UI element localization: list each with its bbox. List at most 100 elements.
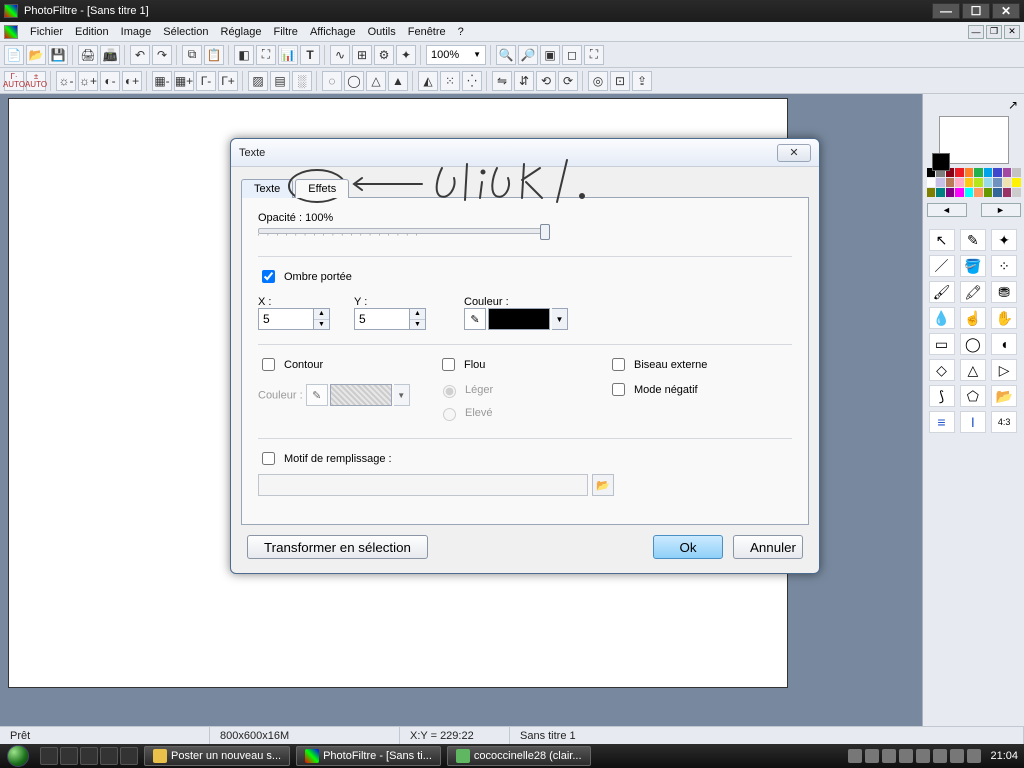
drop-shadow-checkbox[interactable]: Ombre portée [258,267,352,286]
opacity-slider[interactable] [258,228,548,234]
pattern-check-input[interactable] [262,452,275,465]
y-input[interactable] [354,308,410,330]
eyedropper-tool[interactable]: ✎ [960,229,986,251]
rect-select-tool[interactable]: ▭ [929,333,955,355]
bevel-check-input[interactable] [612,358,625,371]
x-spin-down[interactable]: ▼ [314,320,329,330]
tray-icon[interactable] [848,749,862,763]
brightness-plus-button[interactable]: ☼+ [78,71,98,91]
palette-cell[interactable] [965,178,974,187]
tray-icon[interactable] [865,749,879,763]
menu-fichier[interactable]: Fichier [24,26,69,38]
system-tray[interactable]: 21:04 [842,749,1024,763]
brush-tool[interactable]: 🖌 [929,281,955,303]
blur-more-button[interactable]: ◯ [344,71,364,91]
palette-cell[interactable] [984,188,993,197]
tray-clock[interactable]: 21:04 [990,750,1018,762]
palette-cell[interactable] [936,188,945,197]
new-file-button[interactable]: 📄 [4,45,24,65]
window-minimize-button[interactable]: — [932,3,960,19]
brightness-minus-button[interactable]: ☼- [56,71,76,91]
cancel-button[interactable]: Annuler [733,535,803,559]
document-icon[interactable] [4,25,18,39]
x-spin-up[interactable]: ▲ [314,309,329,320]
hue-plus-button[interactable]: ▦+ [174,71,194,91]
grayscale-button[interactable]: ▨ [248,71,268,91]
palette-cell[interactable] [993,168,1002,177]
tab-effets[interactable]: Effets [295,179,349,198]
ql-item-5[interactable] [120,747,138,765]
menu-image[interactable]: Image [115,26,158,38]
tray-icon[interactable] [950,749,964,763]
relief-button[interactable]: ◭ [418,71,438,91]
palette-cell[interactable] [993,188,1002,197]
contrast-plus-button[interactable]: ◐+ [122,71,142,91]
ql-item-4[interactable] [100,747,118,765]
drop-shadow-check-input[interactable] [262,270,275,283]
copy-button[interactable]: ⧉ [182,45,202,65]
blur-tool[interactable]: 💧 [929,307,955,329]
zoom-out-button[interactable]: 🔎 [518,45,538,65]
y-spin-down[interactable]: ▼ [410,320,425,330]
palette-cell[interactable] [965,168,974,177]
palette-cell[interactable] [1012,168,1021,177]
palette-cell[interactable] [965,188,974,197]
text-tool-button[interactable]: T [300,45,320,65]
tray-icon[interactable] [882,749,896,763]
x-input[interactable] [258,308,314,330]
tray-icon[interactable] [933,749,947,763]
menu-reglage[interactable]: Réglage [215,26,268,38]
palette-cell[interactable] [974,168,983,177]
export-button[interactable]: ⇪ [632,71,652,91]
noise-button[interactable]: ⁙ [440,71,460,91]
triangle-tool[interactable]: △ [960,359,986,381]
palette-cell[interactable] [974,178,983,187]
palette-cell[interactable] [974,188,983,197]
settings-button[interactable]: ✦ [396,45,416,65]
tab-texte[interactable]: Texte [241,179,293,198]
undo-button[interactable]: ↶ [130,45,150,65]
rotate-left-button[interactable]: ⟲ [536,71,556,91]
taskbar-item-msn[interactable]: cococcinelle28 (clair... [447,746,591,766]
photomask-button[interactable]: ◎ [588,71,608,91]
palette-cell[interactable] [927,178,936,187]
module-button[interactable]: ⊞ [352,45,372,65]
stamp-tool[interactable]: ⛃ [991,281,1017,303]
palette-cell[interactable] [955,168,964,177]
negative-check-input[interactable] [612,383,625,396]
blur-check-input[interactable] [442,358,455,371]
mdi-minimize-button[interactable]: — [968,25,984,39]
window-close-button[interactable]: ✕ [992,3,1020,19]
taskbar-item-photofiltre[interactable]: PhotoFiltre - [Sans ti... [296,746,441,766]
window-maximize-button[interactable]: ☐ [962,3,990,19]
menu-outils[interactable]: Outils [362,26,402,38]
sharpen-button[interactable]: △ [366,71,386,91]
zoom-selector[interactable]: 100%▼ [426,45,486,65]
blur-checkbox[interactable]: Flou [438,355,485,374]
tray-icon[interactable] [967,749,981,763]
taskbar-item-browser[interactable]: Poster un nouveau s... [144,746,290,766]
redo-button[interactable]: ↷ [152,45,172,65]
color-palette[interactable] [927,168,1021,197]
negative-checkbox[interactable]: Mode négatif [608,380,698,399]
palette-cell[interactable] [946,178,955,187]
tray-icon[interactable] [916,749,930,763]
move-tool[interactable]: ✋ [991,307,1017,329]
fit-window-button[interactable]: ▣ [540,45,560,65]
automate-button[interactable]: ⚙ [374,45,394,65]
palette-cell[interactable] [955,188,964,197]
palette-cell[interactable] [1003,178,1012,187]
pattern-browse-button[interactable]: 📂 [592,474,614,496]
slider-thumb[interactable] [540,224,550,240]
triangle-right-tool[interactable]: ▷ [991,359,1017,381]
palette-cell[interactable] [955,178,964,187]
paste-button[interactable]: 📋 [204,45,224,65]
shadow-color-dropdown[interactable]: ▼ [552,308,568,330]
rounded-rect-tool[interactable]: ◖ [991,333,1017,355]
diamond-tool[interactable]: ◇ [929,359,955,381]
gamma-plus-button[interactable]: Γ+ [218,71,238,91]
contour-check-input[interactable] [262,358,275,371]
line-tool[interactable]: ／ [929,255,955,277]
shadow-color-swatch[interactable] [488,308,550,330]
rotate-right-button[interactable]: ⟳ [558,71,578,91]
